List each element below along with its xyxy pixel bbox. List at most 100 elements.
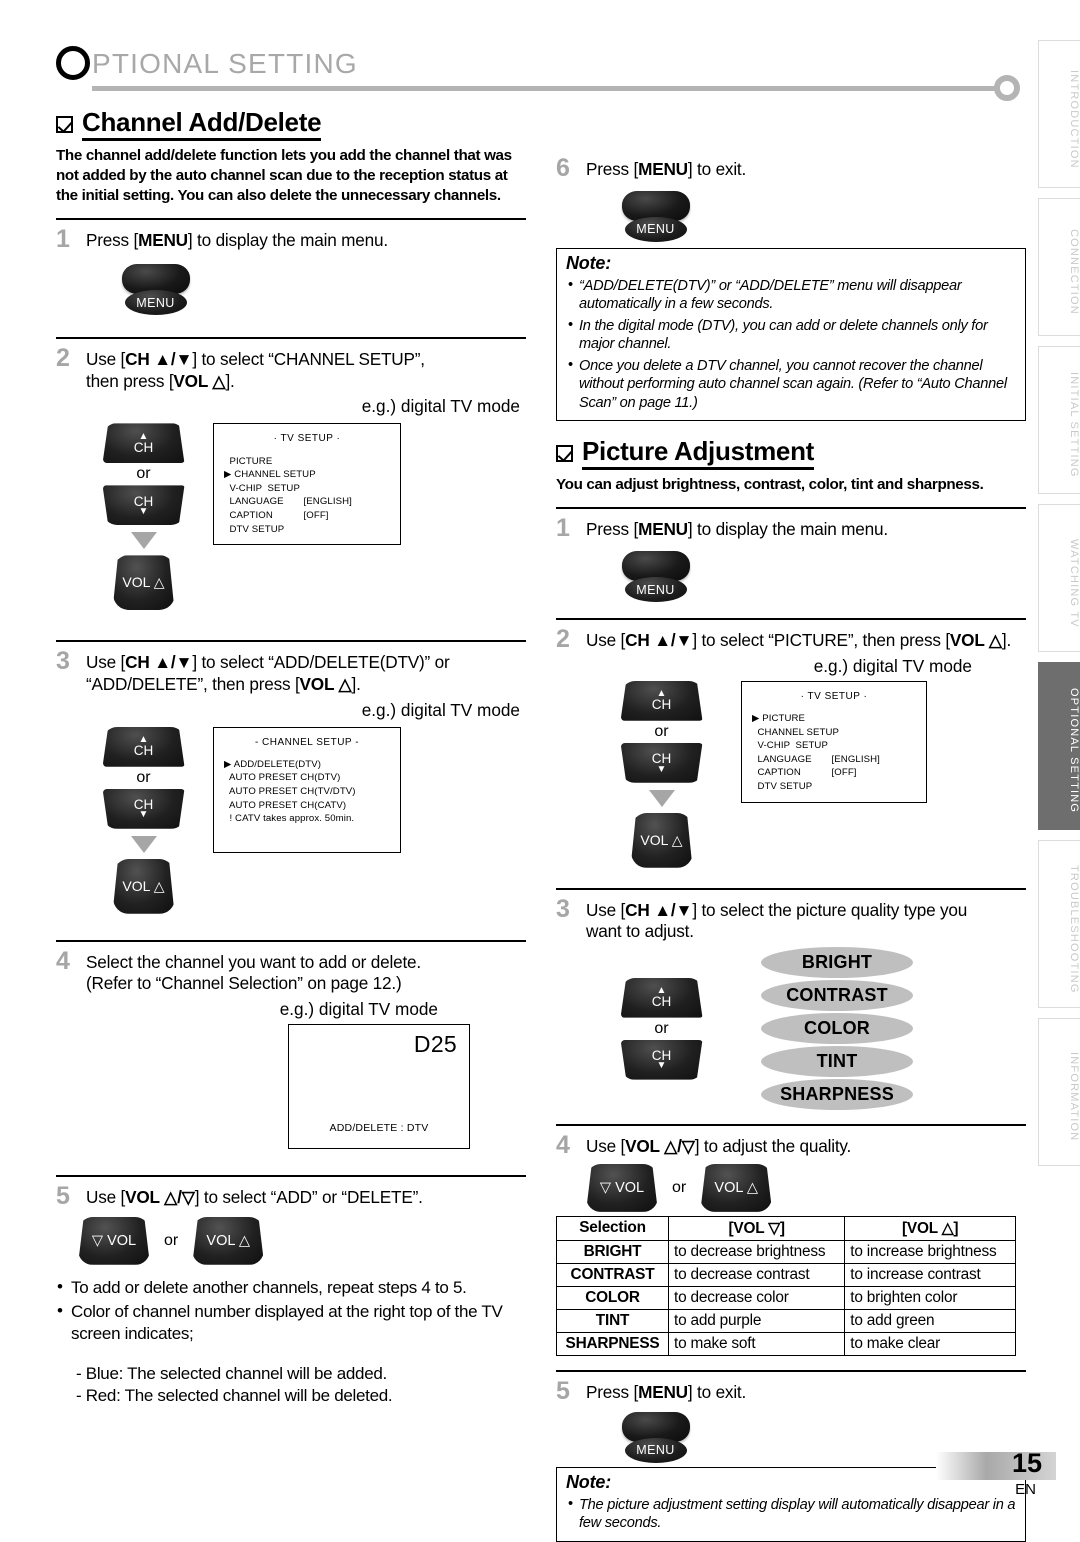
section2-heading: Picture Adjustment: [582, 437, 814, 471]
pill-bright[interactable]: BRIGHT: [761, 947, 913, 979]
pill-contrast[interactable]: CONTRAST: [761, 980, 913, 1012]
row-marker: ▶: [224, 758, 234, 770]
ch-vol-button-group-2[interactable]: ▲ CH or CH ▼ VOL △: [96, 423, 191, 611]
row-label: CAPTION: [757, 767, 801, 779]
tv-menu-title-3: - CHANNEL SETUP -: [254, 736, 360, 748]
pill-tint[interactable]: TINT: [761, 1046, 913, 1078]
p2-key1: CH ▲/▼: [625, 630, 693, 651]
ch-up-button[interactable]: ▲ CH: [620, 977, 703, 1018]
ch-down-button[interactable]: CH ▼: [102, 485, 185, 526]
row-label: AUTO PRESET CH(TV/DTV): [229, 786, 356, 798]
or-label-p2: or: [654, 722, 669, 740]
row-value: [OFF]: [303, 509, 329, 521]
tv-menu-row: DTV SETUP: [752, 780, 916, 794]
pill-sharpness[interactable]: SHARPNESS: [761, 1079, 913, 1111]
vol-up-button[interactable]: VOL △: [192, 1216, 265, 1265]
menu-button-label: MENU: [124, 290, 187, 315]
row-label: AUTO PRESET CH(DTV): [229, 772, 341, 784]
step-5-dashes: - Blue: The selected channel will be add…: [56, 1363, 526, 1408]
tv-menu-rows-3: ▶ ADD/DELETE(DTV) AUTO PRESET CH(DTV) AU…: [224, 758, 390, 826]
tv-menu-row: ▶ CHANNEL SETUP: [224, 468, 390, 482]
menu-button-group-p5[interactable]: MENU: [608, 1411, 703, 1463]
ch-down-button[interactable]: CH ▼: [620, 1039, 703, 1080]
step-5-number: 5: [56, 1182, 70, 1211]
vol-button-pair-5[interactable]: ▽ VOL or VOL △: [78, 1216, 526, 1265]
ch-up-label: CH: [133, 439, 154, 455]
table-row: COLOR to decrease color to brighten colo…: [556, 1285, 1016, 1310]
step-6-post: ] to exit.: [687, 159, 747, 179]
note-box-1: Note: “ADD/DELETE(DTV)” or “ADD/DELETE” …: [556, 247, 1026, 422]
row-label: LANGUAGE: [229, 496, 284, 508]
triangle-down-icon: ▼: [138, 809, 149, 821]
row-label: DTV SETUP: [757, 781, 813, 793]
vol-down-button[interactable]: ▽ VOL: [586, 1163, 658, 1212]
row-value: [ENGLISH]: [831, 753, 880, 765]
page-title: PTIONAL SETTING: [92, 48, 358, 79]
screen-footer-label: ADD/DELETE : DTV: [329, 1122, 429, 1135]
ch-down-button[interactable]: CH ▼: [102, 788, 185, 829]
table-row: SHARPNESS to make soft to make clear: [556, 1331, 1016, 1356]
add-delete-screen-preview: D25 ADD/DELETE : DTV: [288, 1024, 470, 1150]
vol-up-button[interactable]: VOL △: [112, 858, 175, 914]
ch-down-button[interactable]: CH ▼: [620, 742, 703, 783]
tab-introduction[interactable]: INTRODUCTION: [1038, 40, 1080, 188]
ch-vol-button-group-3[interactable]: ▲ CH or CH ▼ VOL △: [96, 726, 191, 914]
tv-menu-row: CHANNEL SETUP: [752, 726, 916, 740]
note-list-1: “ADD/DELETE(DTV)” or “ADD/DELETE” menu w…: [566, 276, 1016, 413]
step-5-text: Use [VOL △/▽] to select “ADD” or “DELETE…: [86, 1185, 423, 1209]
row-marker: ▶: [752, 712, 763, 724]
row-marker: ▶: [224, 469, 235, 481]
step-2: 2 Use [CH ▲/▼] to select “CHANNEL SETUP”…: [56, 337, 526, 611]
ch-up-button[interactable]: ▲ CH: [620, 680, 703, 721]
step-2-number: 2: [56, 344, 70, 372]
row-label: V-CHIP SETUP: [757, 740, 828, 752]
ch-up-button[interactable]: ▲ CH: [102, 423, 185, 464]
tab-optional-setting[interactable]: OPTIONAL SETTING: [1038, 662, 1080, 830]
menu-button-group-p1[interactable]: MENU: [608, 551, 703, 603]
side-index-tabs: INTRODUCTION CONNECTION INITIAL SETTING …: [1034, 40, 1080, 1166]
picture-step-2-text: Use [CH ▲/▼] to select “PICTURE”, then p…: [586, 628, 1011, 652]
tab-connection[interactable]: CONNECTION: [1038, 198, 1080, 336]
channel-setup-menu-box: - CHANNEL SETUP - ▶ ADD/DELETE(DTV) AUTO…: [213, 726, 401, 853]
vol-down-button[interactable]: ▽ VOL: [78, 1216, 150, 1265]
vol-button-pair-p4[interactable]: ▽ VOL or VOL △: [586, 1163, 1026, 1212]
section-channel-add-delete-title: Channel Add/Delete: [56, 108, 526, 141]
row-label: PICTURE: [762, 712, 806, 724]
tv-menu-row: AUTO PRESET CH(DTV): [224, 771, 390, 785]
or-label-p3: or: [654, 1019, 669, 1037]
tv-menu-title-2: · TV SETUP ·: [273, 433, 341, 445]
vol-up-button[interactable]: VOL △: [630, 812, 693, 868]
flow-arrow-icon: [648, 789, 675, 807]
vol-up-button[interactable]: VOL △: [700, 1163, 773, 1212]
vol-up-button[interactable]: VOL △: [112, 555, 175, 611]
step-3-l2post: ].: [351, 674, 361, 695]
section1-heading: Channel Add/Delete: [82, 108, 322, 141]
menu-button-group-6[interactable]: MENU: [608, 190, 703, 242]
tab-watching-tv[interactable]: WATCHING TV: [1038, 504, 1080, 652]
tab-initial-setting[interactable]: INITIAL SETTING: [1038, 346, 1080, 494]
step-6: 6 Press [MENU] to exit. MENU: [556, 156, 1026, 242]
step-3: 3 Use [CH ▲/▼] to select “ADD/DELETE(DTV…: [56, 640, 526, 914]
p2-pre: Use [: [586, 630, 626, 651]
ch-button-group-p3[interactable]: ▲ CH or CH ▼: [614, 977, 709, 1080]
row-label: CHANNEL SETUP: [757, 726, 839, 738]
menu-button-group[interactable]: MENU: [108, 264, 203, 315]
ch-up-button[interactable]: ▲ CH: [102, 726, 185, 767]
page-language-code: EN: [1015, 1481, 1036, 1498]
p3-post: ] to select the picture quality type you: [692, 899, 968, 920]
page-number: 15: [1011, 1448, 1042, 1478]
tab-information[interactable]: INFORMATION: [1038, 1018, 1080, 1166]
tab-troubleshooting[interactable]: TROUBLESHOOTING: [1038, 840, 1080, 1008]
note-list-2: The picture adjustment setting display w…: [566, 1495, 1016, 1533]
row-label: DTV SETUP: [229, 523, 285, 535]
step-1: 1 Press [MENU] to display the main menu.…: [56, 218, 526, 315]
bullet-item: Color of channel number displayed at the…: [56, 1300, 526, 1346]
p4-key: VOL △/▽: [625, 1136, 695, 1157]
step-3-number: 3: [56, 647, 70, 676]
table-header-row: Selection [VOL ▽] [VOL △]: [556, 1215, 1016, 1241]
cell-vol-down: to decrease brightness: [667, 1239, 846, 1264]
p2-post: ].: [1001, 630, 1012, 651]
picture-step-1-text: Press [MENU] to display the main menu.: [586, 517, 888, 541]
pill-color[interactable]: COLOR: [761, 1013, 913, 1045]
ch-vol-button-group-p2[interactable]: ▲ CH or CH ▼ VOL △: [614, 680, 709, 868]
